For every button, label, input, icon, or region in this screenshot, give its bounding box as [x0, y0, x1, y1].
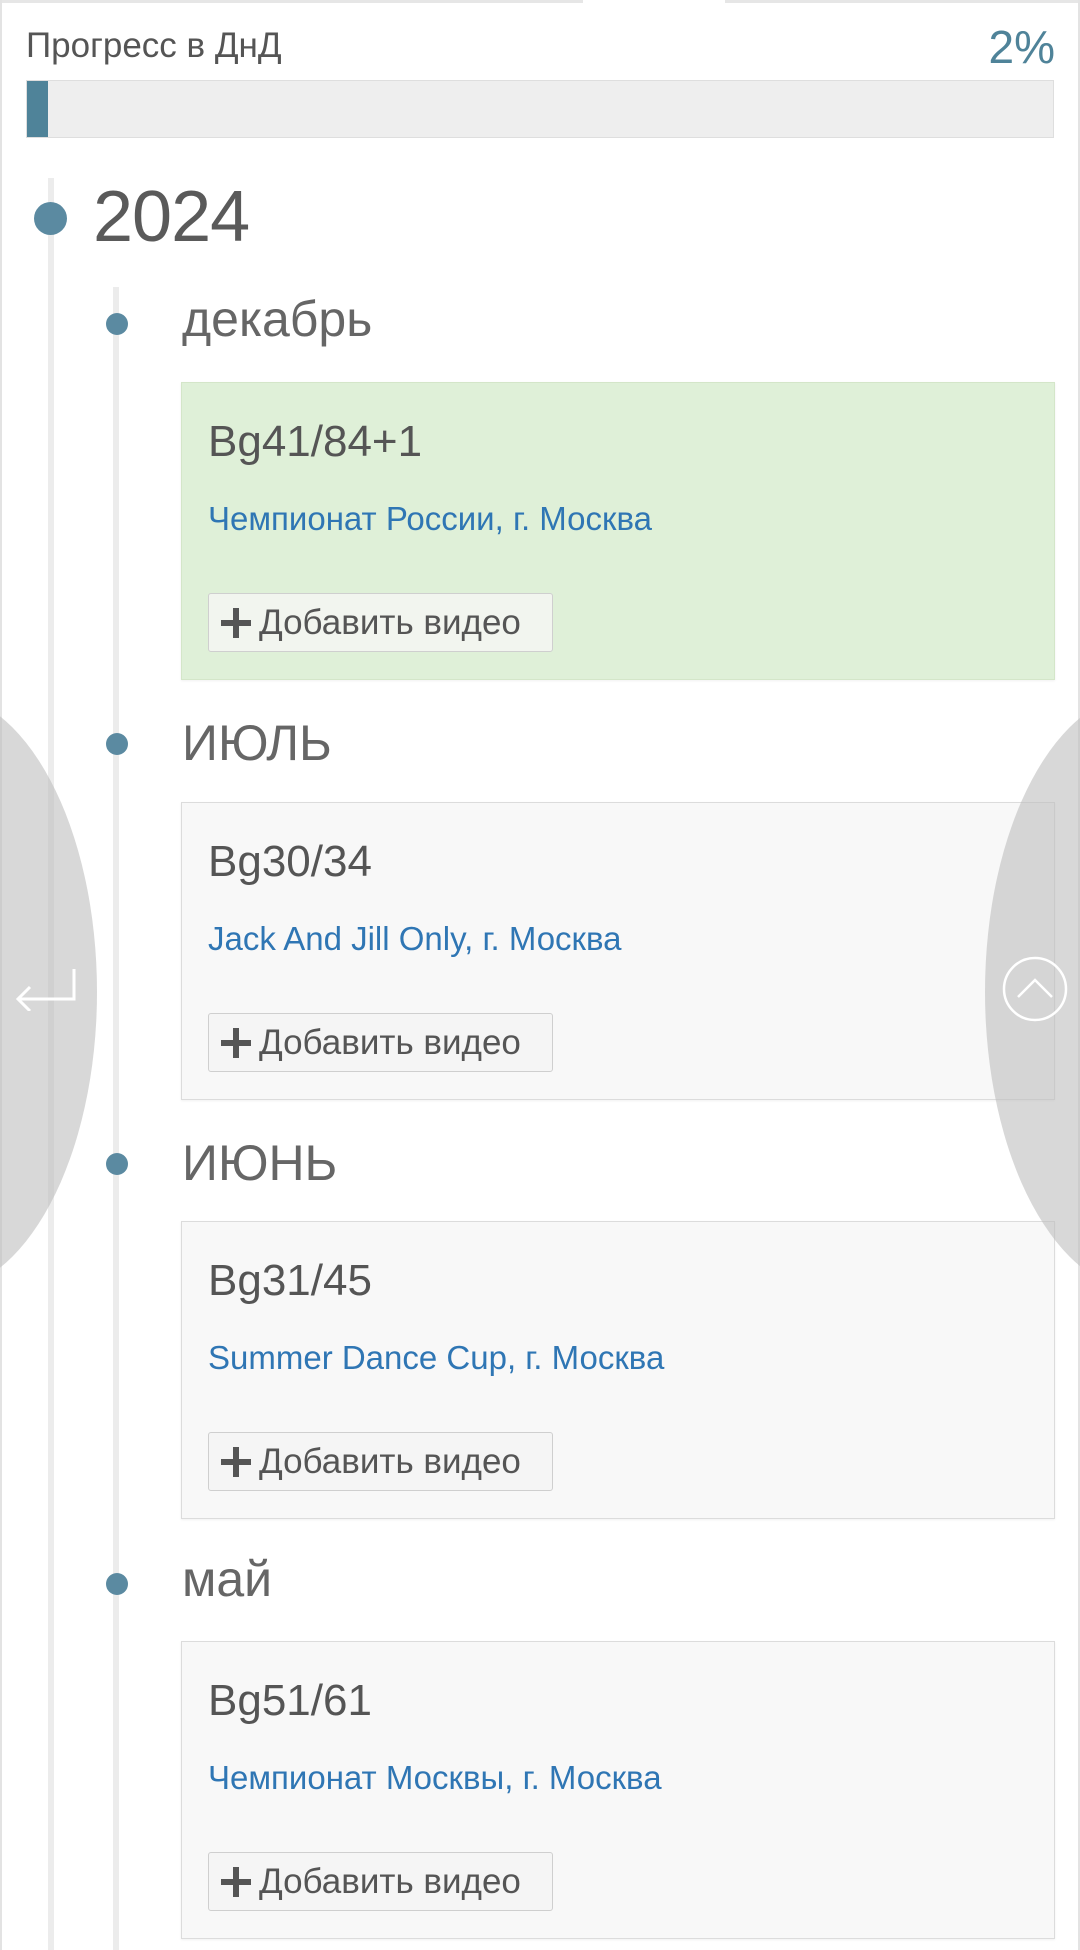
competition-event-link[interactable]: Чемпионат России, г. Москва — [208, 500, 652, 538]
plus-icon — [221, 1446, 251, 1477]
progress-label: Прогресс в ДнД — [26, 26, 282, 65]
month-heading: ИЮЛЬ — [182, 715, 332, 771]
add-video-label: Добавить видео — [259, 602, 521, 642]
competition-card: Bg41/84+1 Чемпионат России, г. Москва До… — [181, 382, 1055, 680]
competition-card: Bg31/45 Summer Dance Cup, г. Москва Доба… — [181, 1221, 1055, 1519]
add-video-button[interactable]: Добавить видео — [208, 1432, 553, 1491]
competition-card: Bg51/61 Чемпионат Москвы, г. Москва Доба… — [181, 1641, 1055, 1939]
progress-bar — [26, 80, 1054, 138]
competition-result: Bg41/84+1 — [208, 417, 423, 466]
month-dot — [106, 1153, 128, 1175]
competition-event-link[interactable]: Jack And Jill Only, г. Москва — [208, 920, 622, 958]
competition-event-link[interactable]: Чемпионат Москвы, г. Москва — [208, 1759, 662, 1797]
add-video-button[interactable]: Добавить видео — [208, 1852, 553, 1911]
year-dot — [34, 202, 67, 235]
add-video-label: Добавить видео — [259, 1861, 521, 1901]
month-heading: декабрь — [182, 291, 373, 347]
plus-icon — [221, 1866, 251, 1897]
month-heading: ИЮНЬ — [182, 1135, 338, 1191]
competition-result: Bg51/61 — [208, 1676, 372, 1725]
scroll-up-icon[interactable] — [1001, 955, 1069, 1023]
plus-icon — [221, 1027, 251, 1058]
top-border — [0, 0, 1080, 3]
progress-percent: 2% — [988, 21, 1055, 73]
competition-card: Bg30/34 Jack And Jill Only, г. Москва До… — [181, 802, 1055, 1100]
timeline-month-line — [113, 287, 119, 1950]
add-video-label: Добавить видео — [259, 1441, 521, 1481]
month-dot — [106, 733, 128, 755]
add-video-button[interactable]: Добавить видео — [208, 593, 553, 652]
month-dot — [106, 313, 128, 335]
return-arrow-icon[interactable] — [14, 965, 79, 1011]
year-heading: 2024 — [93, 177, 250, 257]
month-dot — [106, 1573, 128, 1595]
page: Прогресс в ДнД 2% 2024 декабрь Bg41/84+1… — [0, 0, 1080, 1950]
add-video-button[interactable]: Добавить видео — [208, 1013, 553, 1072]
competition-result: Bg31/45 — [208, 1256, 372, 1305]
progress-bar-fill — [27, 81, 48, 137]
competition-result: Bg30/34 — [208, 837, 372, 886]
competition-event-link[interactable]: Summer Dance Cup, г. Москва — [208, 1339, 664, 1377]
plus-icon — [221, 607, 251, 638]
add-video-label: Добавить видео — [259, 1022, 521, 1062]
month-heading: май — [182, 1551, 273, 1607]
